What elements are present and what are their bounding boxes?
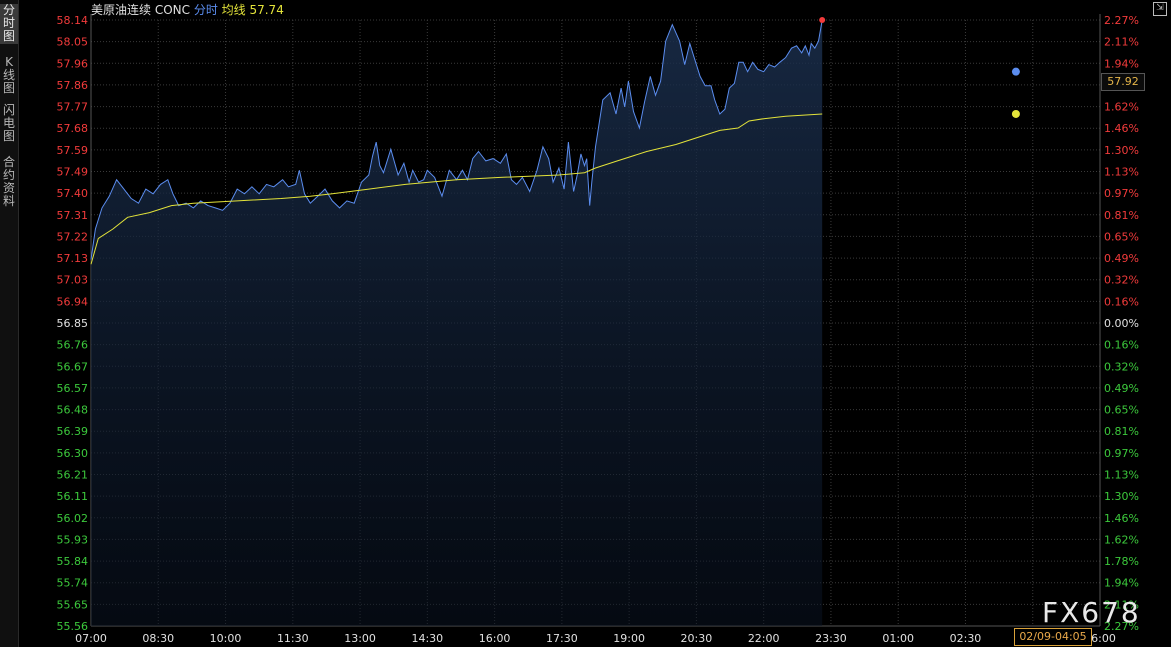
pct-tick-label: 1.46% [1104, 122, 1139, 135]
pct-tick-label: 0.65% [1104, 404, 1139, 417]
y-tick-label: 56.76 [57, 339, 89, 352]
x-tick-label: 20:30 [681, 632, 713, 645]
y-tick-label: 57.03 [57, 274, 89, 287]
y-tick-label: 56.21 [57, 469, 89, 482]
y-tick-label: 55.65 [57, 598, 89, 611]
y-tick-label: 56.67 [57, 360, 89, 373]
last-price-badge: 57.92 [1101, 73, 1145, 91]
price-area [91, 20, 823, 626]
y-tick-label: 57.49 [57, 166, 89, 179]
y-tick-label: 56.39 [57, 425, 89, 438]
avg-label: 均线 [222, 3, 250, 17]
y-tick-label: 57.22 [57, 230, 89, 243]
expand-icon[interactable]: ⇲ [1153, 2, 1167, 16]
price-cursor-dot [1011, 67, 1020, 76]
pct-tick-label: 1.78% [1104, 555, 1139, 568]
pct-tick-label: 0.32% [1104, 274, 1139, 287]
y-tick-label: 55.74 [57, 577, 89, 590]
x-tick-label: 17:30 [546, 632, 578, 645]
y-tick-label: 57.59 [57, 144, 89, 157]
pct-tick-label: 1.13% [1104, 166, 1139, 179]
x-tick-label: 22:00 [748, 632, 780, 645]
y-tick-label: 56.11 [57, 490, 89, 503]
pct-tick-label: 1.30% [1104, 490, 1139, 503]
pct-tick-label: 0.97% [1104, 447, 1139, 460]
y-tick-label: 57.77 [57, 101, 89, 114]
x-tick-label: 16:00 [479, 632, 511, 645]
y-tick-label: 56.02 [57, 512, 89, 525]
tab-intraday[interactable]: 分时图 [0, 4, 18, 44]
y-tick-label: 57.96 [57, 57, 89, 70]
x-tick-label: 01:00 [882, 632, 914, 645]
tab-kline[interactable]: K线图 [0, 56, 18, 96]
x-tick-label: 14:30 [411, 632, 443, 645]
tab-contract-info[interactable]: 合约资料 [0, 156, 18, 210]
pct-tick-label: 0.97% [1104, 187, 1139, 200]
y-tick-label: 57.31 [57, 209, 89, 222]
y-tick-label: 57.40 [57, 187, 89, 200]
chart-header: 美原油连续 CONC 分时 均线 57.74 [91, 2, 284, 17]
x-tick-label: 10:00 [210, 632, 242, 645]
pct-tick-label: 0.49% [1104, 382, 1139, 395]
pct-tick-label: 0.16% [1104, 295, 1139, 308]
y-tick-label: 56.94 [57, 295, 89, 308]
pct-tick-label: 0.32% [1104, 360, 1139, 373]
watermark: FX678 [1042, 596, 1141, 629]
pct-tick-label: 1.94% [1104, 577, 1139, 590]
y-tick-label: 56.48 [57, 404, 89, 417]
pct-tick-label: 0.49% [1104, 252, 1139, 265]
cursor-time-label: 02/09-04:05 [1014, 628, 1092, 646]
sidebar: 分时图 K线图 闪电图 合约资料 [0, 0, 19, 647]
pct-tick-label: 1.62% [1104, 101, 1139, 114]
x-tick-label: 13:00 [344, 632, 376, 645]
pct-tick-label: 0.81% [1104, 425, 1139, 438]
instrument-title: 美原油连续 CONC [91, 2, 194, 17]
y-tick-label: 56.85 [57, 317, 89, 330]
pct-tick-label: 2.11% [1104, 36, 1139, 49]
x-tick-label: 19:00 [613, 632, 645, 645]
pct-tick-label: 1.62% [1104, 533, 1139, 546]
pct-tick-label: 0.81% [1104, 209, 1139, 222]
pct-tick-label: 0.00% [1104, 317, 1139, 330]
pct-tick-label: 2.27% [1104, 14, 1139, 27]
y-tick-label: 57.13 [57, 252, 89, 265]
x-tick-label: 02:30 [950, 632, 982, 645]
y-tick-label: 56.30 [57, 447, 89, 460]
avg-value: 57.74 [249, 3, 283, 17]
intraday-chart[interactable]: 58.14 2.27% 58.05 2.11% 57.96 1.94% 57.86 1.78%… [0, 0, 1171, 647]
y-tick-label: 57.68 [57, 122, 89, 135]
pct-tick-label: 1.94% [1104, 57, 1139, 70]
pct-tick-label: 0.65% [1104, 230, 1139, 243]
pct-tick-label: 1.46% [1104, 512, 1139, 525]
y-tick-label: 55.93 [57, 533, 89, 546]
y-tick-label: 58.14 [57, 14, 89, 27]
last-point-dot [819, 17, 826, 23]
pct-tick-label: 1.13% [1104, 469, 1139, 482]
y-tick-label: 55.84 [57, 555, 89, 568]
mode-label: 分时 [194, 3, 222, 17]
x-tick-label: 23:30 [815, 632, 847, 645]
avg-cursor-dot [1011, 109, 1020, 118]
y-tick-label: 57.86 [57, 79, 89, 92]
y-tick-label: 58.05 [57, 36, 89, 49]
x-tick-label: 11:30 [277, 632, 309, 645]
tab-flash[interactable]: 闪电图 [0, 104, 18, 144]
pct-tick-label: 1.30% [1104, 144, 1139, 157]
x-tick-label: 08:30 [142, 632, 174, 645]
y-tick-label: 56.57 [57, 382, 89, 395]
x-tick-label: 07:00 [75, 632, 107, 645]
pct-tick-label: 0.16% [1104, 339, 1139, 352]
